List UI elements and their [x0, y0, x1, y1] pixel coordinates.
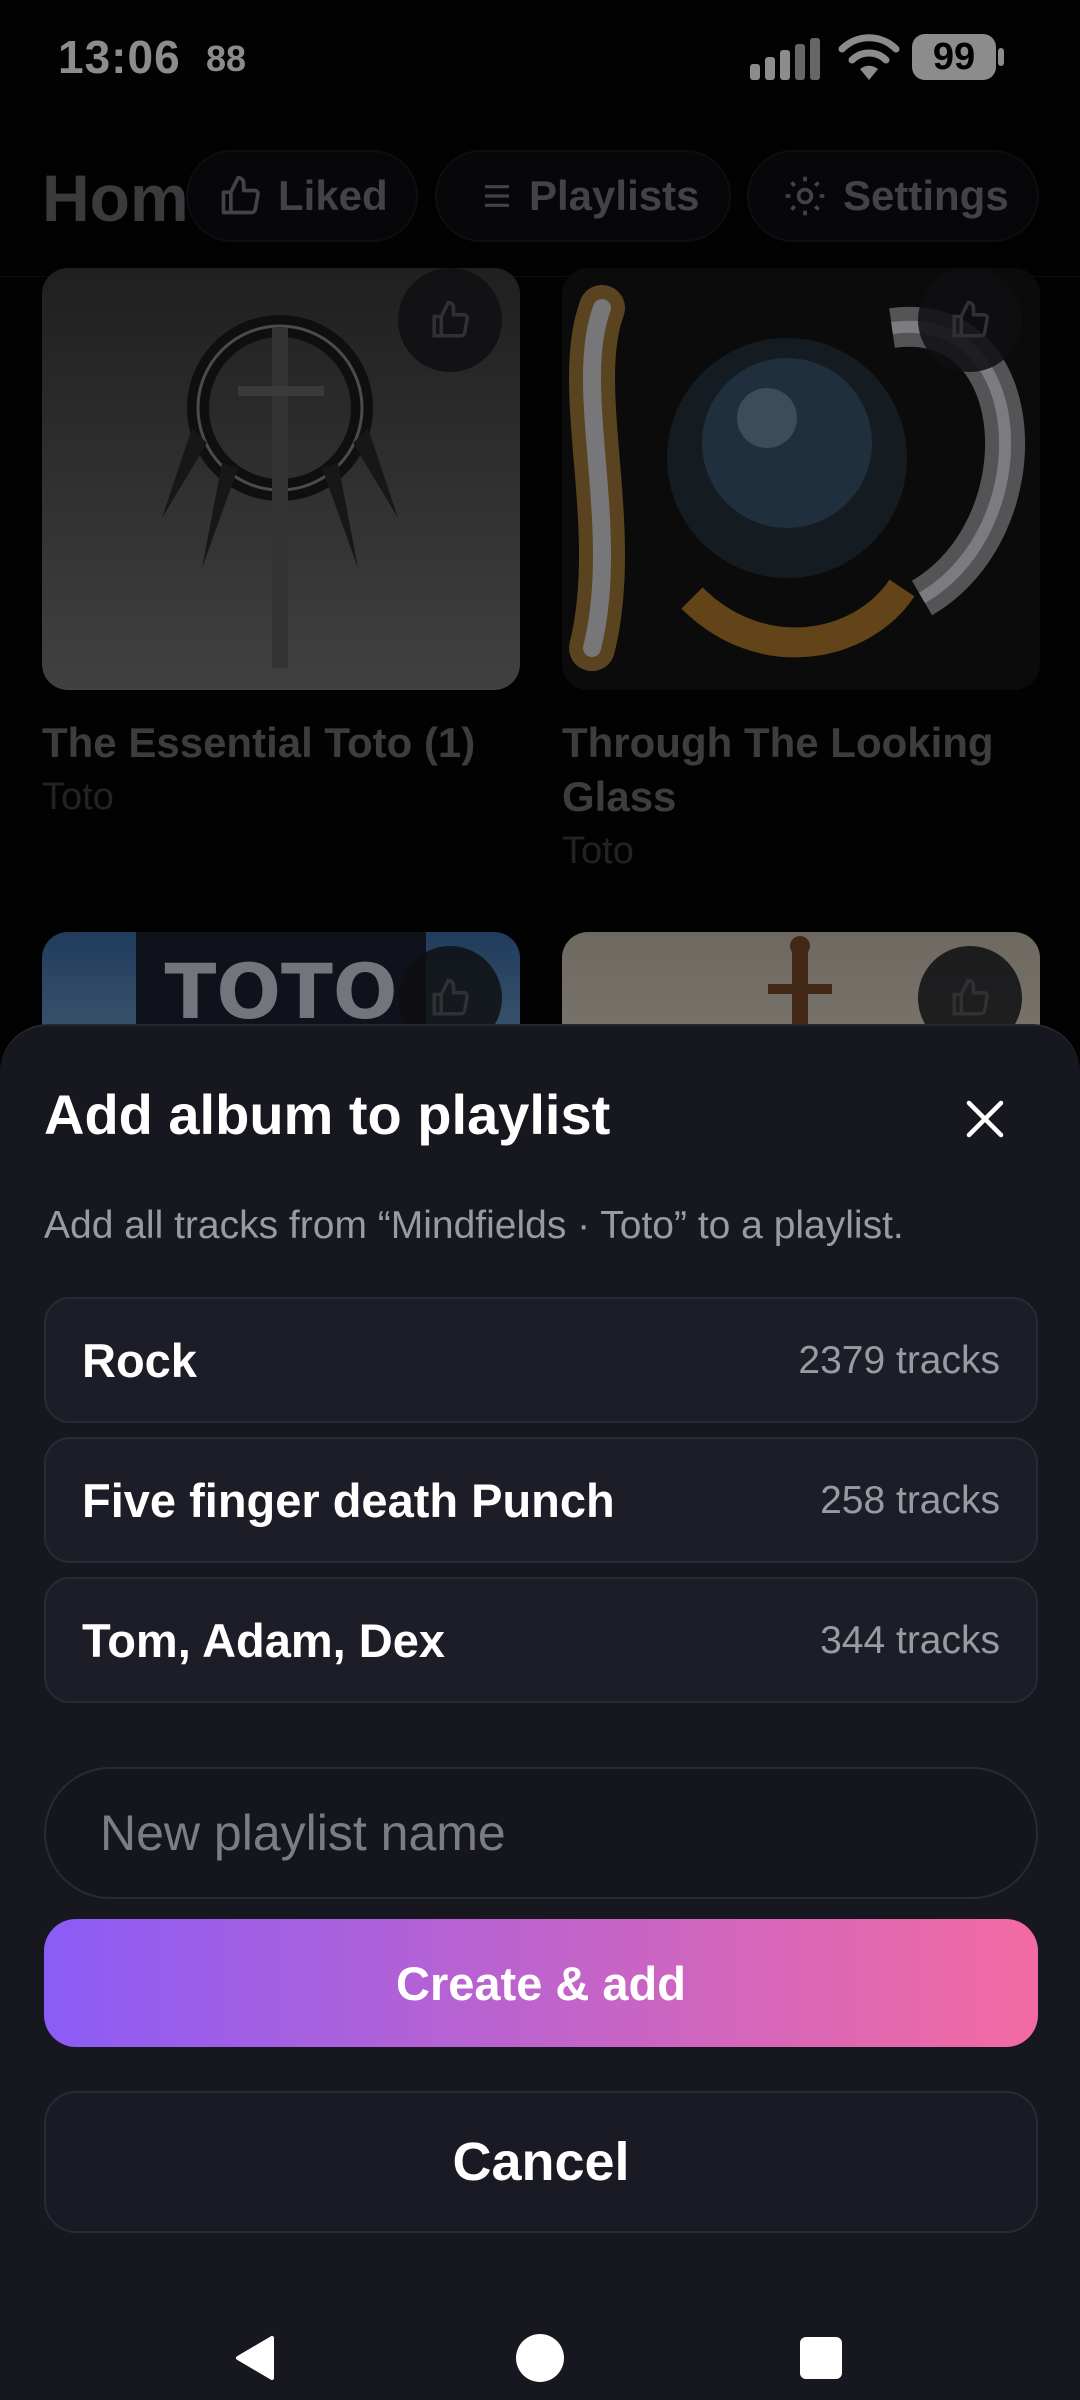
- home-icon[interactable]: [516, 2334, 564, 2382]
- playlist-track-count: 2379 tracks: [798, 1339, 1000, 1382]
- create-and-add-button[interactable]: Create & add: [44, 1919, 1038, 2047]
- new-playlist-name-input[interactable]: [44, 1767, 1038, 1899]
- playlist-name: Tom, Adam, Dex: [82, 1614, 446, 1667]
- playlist-option[interactable]: Five finger death Punch 258 tracks: [44, 1437, 1038, 1563]
- recents-icon[interactable]: [800, 2337, 842, 2379]
- add-to-playlist-sheet: Add album to playlist Add all tracks fro…: [0, 1024, 1080, 2400]
- back-icon[interactable]: [234, 2334, 276, 2382]
- playlist-option[interactable]: Tom, Adam, Dex 344 tracks: [44, 1577, 1038, 1703]
- playlist-name: Five finger death Punch: [82, 1474, 615, 1527]
- playlist-track-count: 258 tracks: [820, 1479, 1000, 1522]
- close-icon: [966, 1100, 1004, 1138]
- sheet-subtitle: Add all tracks from “Mindfields · Toto” …: [44, 1204, 904, 1247]
- playlist-name: Rock: [82, 1334, 197, 1387]
- close-button[interactable]: [940, 1074, 1030, 1164]
- cancel-button[interactable]: Cancel: [44, 2091, 1038, 2233]
- playlist-track-count: 344 tracks: [820, 1619, 1000, 1662]
- sheet-title: Add album to playlist: [44, 1083, 611, 1146]
- playlist-option[interactable]: Rock 2379 tracks: [44, 1297, 1038, 1423]
- system-nav-bar: [0, 2280, 1080, 2400]
